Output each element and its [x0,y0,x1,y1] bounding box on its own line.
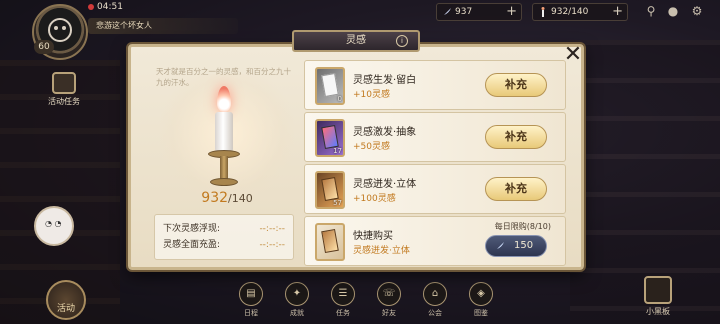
list-item: 0 灵感生发·留白 +10灵感 补充 [304,60,566,110]
inspiration-count: 932/140 [160,190,294,206]
cubist-card-icon: 57 [315,171,345,209]
ghost-mascot-button[interactable] [34,206,74,246]
candle-illustration [160,74,294,208]
bottom-nav: ▤ 日程 ✦ 成就 ☰ 任务 ☏ 好友 ⌂ 公会 ◈ 图鉴 [230,282,502,324]
location-icon[interactable]: ● [666,4,680,18]
item-count: 57 [333,199,342,207]
nav-friends-label: 好友 [382,309,396,317]
time-text: 04:51 [97,2,123,12]
friends-icon: ☏ [377,282,401,306]
list-item: 17 灵感激发·抽象 +50灵感 补充 [304,112,566,162]
nav-achievement[interactable]: ✦ 成就 [276,282,318,324]
item-gain: +100灵感 [353,194,396,204]
nav-achievement-label: 成就 [290,309,304,317]
activity-button[interactable]: 活动 [46,280,86,320]
cubist-card-icon [315,223,345,261]
map-pin-icon[interactable]: ⚲ [644,4,658,18]
refill-button[interactable]: 补充 [485,177,547,201]
panel-description: 天才就是百分之一的灵感，和百分之九十九的汗水。 [156,67,291,87]
blank-card-icon: 0 [315,67,345,105]
candle-wax [215,112,233,152]
nav-guild[interactable]: ⌂ 公会 [414,282,456,324]
nav-friends[interactable]: ☏ 好友 [368,282,410,324]
inspiration-add-button[interactable]: + [612,4,623,20]
full-refill-value: --:--:-- [259,240,285,250]
quick-buy-title: 快捷购买 [353,231,393,242]
list-item: 57 灵感迸发·立体 +100灵感 补充 [304,164,566,214]
candle-holder [204,150,244,190]
panel-title-text: 灵感 [346,35,366,46]
ink-resource: 937 + [436,3,522,21]
clock: 04:51 [88,2,123,12]
next-refresh-value: --:--:-- [259,224,285,234]
ink-value: 937 [455,7,473,17]
full-refill-label: 灵感全面充盈: [163,240,221,250]
blackboard-label: 小黑板 [646,307,670,316]
buy-button[interactable]: 150 [485,235,547,257]
codex-icon: ◈ [469,282,493,306]
tasks-icon: ☰ [331,282,355,306]
refresh-timer-box: 下次灵感浮现: --:--:-- 灵感全面充盈: --:--:-- [154,214,294,260]
quick-buy-item: 灵感迸发·立体 [353,246,410,256]
activity-task-button[interactable]: 活动任务 [40,72,88,112]
nav-schedule[interactable]: ▤ 日程 [230,282,272,324]
close-button[interactable]: ✕ [561,44,585,68]
notification-dot-icon [88,3,94,10]
nav-codex-label: 图鉴 [474,309,488,317]
settings-gear-icon[interactable]: ⚙ [690,4,704,18]
candle-icon [541,7,545,17]
nav-tasks-label: 任务 [336,309,350,317]
daily-limit: 每日限购(8/10) [494,222,551,231]
item-count: 17 [333,147,342,155]
item-count: 0 [337,95,342,103]
inspiration-value: 932/140 [551,7,589,17]
activity-label: 活动 [56,304,75,314]
item-name: 灵感激发·抽象 [353,127,417,138]
feather-gem-icon [496,242,504,250]
refill-button[interactable]: 补充 [485,125,547,149]
feather-icon [443,8,451,16]
item-gain: +10灵感 [353,90,390,100]
inspiration-resource: 932/140 + [532,3,628,21]
nav-tasks[interactable]: ☰ 任务 [322,282,364,324]
quick-buy-row: 快捷购买 灵感迸发·立体 每日限购(8/10) 150 [304,216,566,266]
achievement-icon: ✦ [285,282,309,306]
inspiration-current: 932 [201,190,229,206]
flame-icon [217,86,231,112]
username-banner: 悲游这个坏女人 [88,18,238,34]
activity-task-label: 活动任务 [48,97,80,106]
abstract-card-icon: 17 [315,119,345,157]
item-name: 灵感迸发·立体 [353,179,417,190]
item-name: 灵感生发·留白 [353,75,417,86]
inspiration-max: /140 [228,192,253,205]
info-icon[interactable]: i [396,35,408,47]
avatar-face-icon [48,18,72,42]
task-book-icon [52,72,76,94]
item-gain: +50灵感 [353,142,390,152]
guild-icon: ⌂ [423,282,447,306]
blackboard-button[interactable]: 小黑板 [634,276,682,317]
panel-title: 灵感 i [292,30,420,52]
blackboard-icon [644,276,672,304]
next-refresh-label: 下次灵感浮现: [163,224,221,234]
refill-button[interactable]: 补充 [485,73,547,97]
ink-add-button[interactable]: + [506,4,517,20]
nav-schedule-label: 日程 [244,309,258,317]
player-level: 60 [34,40,54,54]
buy-price: 150 [514,240,534,251]
nav-codex[interactable]: ◈ 图鉴 [460,282,502,324]
nav-guild-label: 公会 [428,309,442,317]
schedule-icon: ▤ [239,282,263,306]
